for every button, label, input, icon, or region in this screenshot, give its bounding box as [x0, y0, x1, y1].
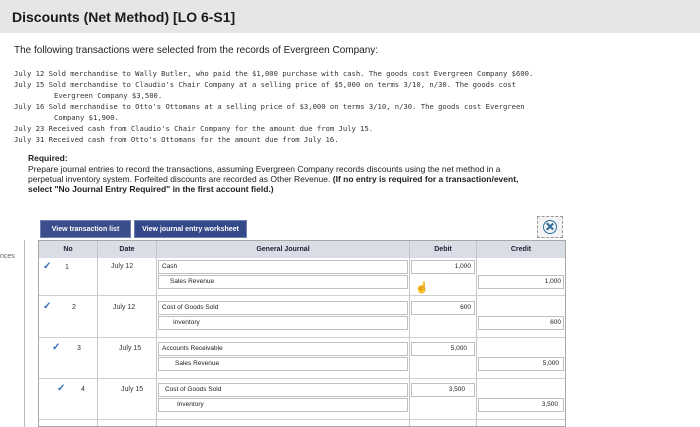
- credit-amount: 600: [550, 319, 561, 326]
- column-divider: [156, 241, 157, 426]
- close-icon: [543, 220, 557, 234]
- required-line: select "No Journal Entry Required" in th…: [28, 184, 628, 194]
- row-divider: [39, 419, 565, 420]
- side-panel-label: nces: [0, 253, 15, 260]
- transaction-line: July 23 Received cash from Claudio's Cha…: [14, 124, 374, 133]
- header-no: No: [39, 241, 97, 258]
- entry-number: 4: [81, 386, 85, 393]
- debit-amount: 5,000: [450, 345, 467, 352]
- debit-account: Cost of Goods Sold: [162, 304, 219, 311]
- debit-amount: 600: [460, 304, 471, 311]
- sidebar-divider: [24, 240, 25, 427]
- debit-amount: 3,500: [448, 386, 465, 393]
- transaction-line: Evergreen Company $3,500.: [54, 91, 163, 100]
- title-bar: Discounts (Net Method) [LO 6-S1]: [0, 0, 700, 33]
- entry-date: July 15: [121, 386, 144, 393]
- column-divider: [97, 241, 98, 426]
- debit-account: Cost of Goods Sold: [165, 386, 222, 393]
- debit-account: Accounts Receivable: [162, 345, 223, 352]
- credit-account: Sales Revenue: [170, 278, 215, 285]
- check-icon: ✓: [52, 342, 61, 353]
- required-text: perpetual inventory system. Forfeited di…: [28, 174, 331, 184]
- transaction-list: July 12 Sold merchandise to Wally Butler…: [14, 68, 654, 145]
- header-credit: Credit: [477, 241, 565, 258]
- view-transaction-list-button[interactable]: View transaction list: [40, 220, 131, 238]
- required-line: perpetual inventory system. Forfeited di…: [28, 174, 628, 184]
- entry-date: July 12: [111, 263, 134, 270]
- transaction-line: July 15 Sold merchandise to Claudio's Ch…: [14, 80, 516, 89]
- entry-date: July 15: [119, 345, 142, 352]
- required-instructions: Prepare journal entries to record the tr…: [28, 164, 628, 194]
- account-field[interactable]: [158, 260, 408, 274]
- intro-text: The following transactions were selected…: [14, 45, 379, 56]
- hand-cursor-icon: ☝: [415, 282, 429, 294]
- transaction-line: July 16 Sold merchandise to Otto's Ottom…: [14, 102, 525, 111]
- header-general-journal: General Journal: [157, 241, 409, 258]
- check-icon: ✓: [43, 261, 52, 272]
- header-date: Date: [98, 241, 156, 258]
- required-bold-text: (If no entry is required for a transacti…: [332, 174, 519, 184]
- entry-number: 2: [72, 304, 76, 311]
- credit-amount: 1,000: [544, 278, 561, 285]
- row-divider: [39, 378, 565, 379]
- journal-table: No Date General Journal Debit Credit ✓ 1…: [38, 240, 566, 427]
- required-heading: Required:: [28, 153, 68, 163]
- view-journal-entry-worksheet-button[interactable]: View journal entry worksheet: [134, 220, 247, 238]
- transaction-line: July 31 Received cash from Otto's Ottoma…: [14, 135, 339, 144]
- header-debit: Debit: [410, 241, 476, 258]
- entry-date: July 12: [113, 304, 136, 311]
- credit-amount: 5,000: [542, 360, 559, 367]
- credit-account: Inventory: [173, 319, 200, 326]
- entry-number: 1: [65, 264, 69, 271]
- row-divider: [39, 295, 565, 296]
- credit-account: Inventory: [177, 401, 204, 408]
- entry-number: 3: [77, 345, 81, 352]
- check-icon: ✓: [43, 301, 52, 312]
- row-divider: [39, 337, 565, 338]
- debit-account: Cash: [162, 263, 178, 270]
- transaction-line: July 12 Sold merchandise to Wally Butler…: [14, 69, 534, 78]
- check-icon: ✓: [57, 383, 66, 394]
- required-bold-text: select "No Journal Entry Required" in th…: [28, 184, 274, 194]
- credit-amount: 3,500: [541, 401, 558, 408]
- debit-amount: 1,000: [454, 263, 471, 270]
- column-divider: [409, 241, 410, 426]
- required-line: Prepare journal entries to record the tr…: [28, 164, 501, 174]
- column-divider: [476, 241, 477, 426]
- transaction-line: Company $1,900.: [54, 113, 119, 122]
- credit-account: Sales Revenue: [175, 360, 220, 367]
- page-title: Discounts (Net Method) [LO 6-S1]: [12, 9, 236, 25]
- close-button[interactable]: [537, 216, 563, 238]
